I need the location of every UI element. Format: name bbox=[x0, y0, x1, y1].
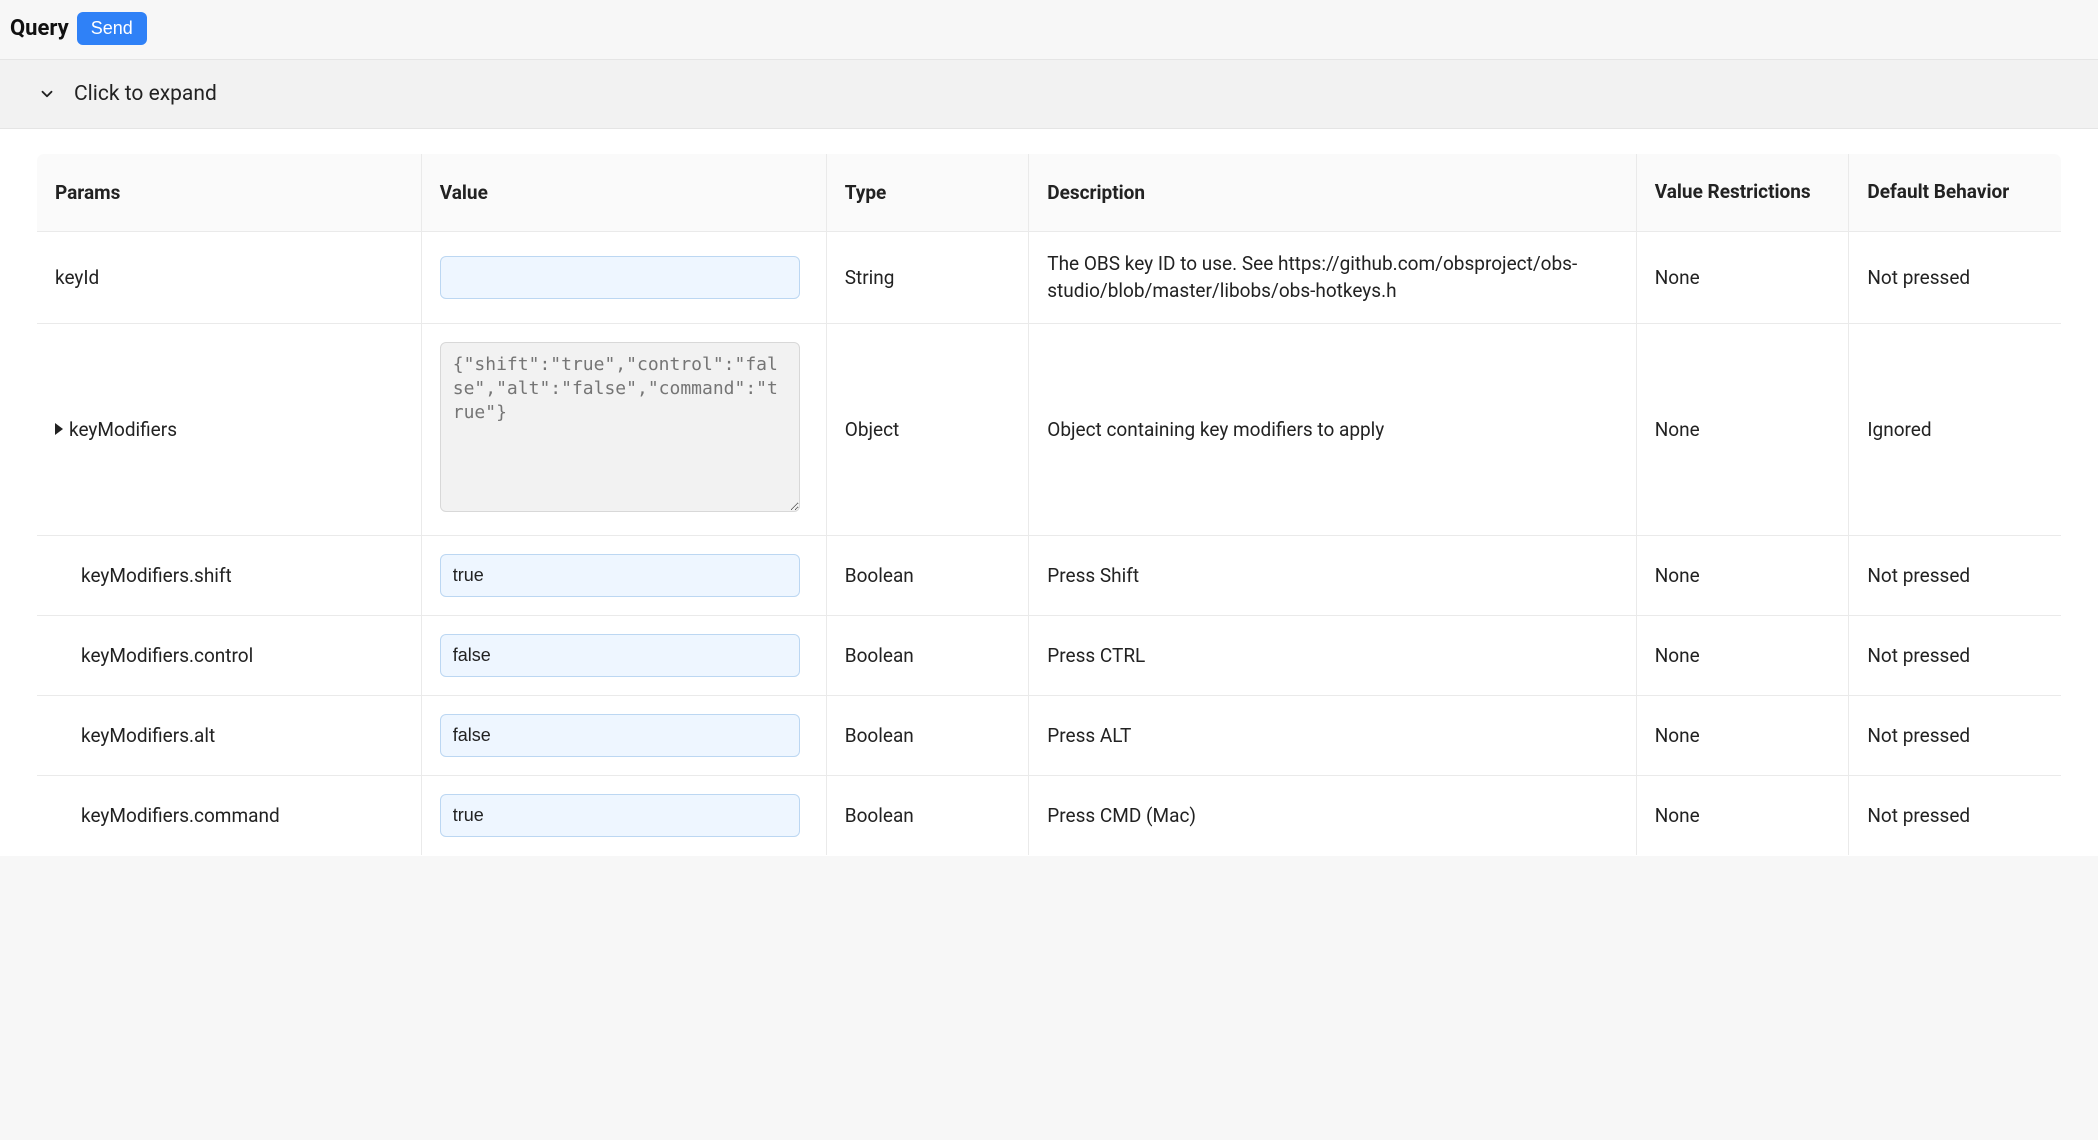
param-type: Boolean bbox=[826, 535, 1029, 615]
col-type: Type bbox=[826, 154, 1029, 232]
param-name: keyModifiers.command bbox=[81, 804, 280, 827]
param-default: Ignored bbox=[1849, 323, 2062, 535]
param-restrictions: None bbox=[1636, 695, 1849, 775]
param-name: keyModifiers.control bbox=[81, 644, 253, 667]
param-description: The OBS key ID to use. See https://githu… bbox=[1029, 231, 1637, 323]
param-description: Press ALT bbox=[1029, 695, 1637, 775]
param-description: Press CMD (Mac) bbox=[1029, 775, 1637, 855]
col-value: Value bbox=[421, 154, 826, 232]
table-row: keyModifiers Object Object containing ke… bbox=[37, 323, 2062, 535]
col-value-restrictions: Value Restrictions bbox=[1636, 154, 1849, 232]
param-type: Boolean bbox=[826, 775, 1029, 855]
table-row: keyModifiers.shift Boolean Press Shift N… bbox=[37, 535, 2062, 615]
param-description: Press CTRL bbox=[1029, 615, 1637, 695]
param-type: Boolean bbox=[826, 615, 1029, 695]
send-button[interactable]: Send bbox=[77, 12, 147, 45]
value-textarea-keymodifiers[interactable] bbox=[440, 342, 800, 512]
value-input-keyid[interactable] bbox=[440, 256, 800, 299]
col-params: Params bbox=[37, 154, 422, 232]
param-description: Object containing key modifiers to apply bbox=[1029, 323, 1637, 535]
params-table: Params Value Type Description Value Rest… bbox=[36, 153, 2062, 856]
param-name: keyModifiers bbox=[69, 418, 177, 441]
col-description: Description bbox=[1029, 154, 1637, 232]
param-restrictions: None bbox=[1636, 615, 1849, 695]
table-row: keyModifiers.control Boolean Press CTRL … bbox=[37, 615, 2062, 695]
param-description: Press Shift bbox=[1029, 535, 1637, 615]
param-type: Object bbox=[826, 323, 1029, 535]
param-type: String bbox=[826, 231, 1029, 323]
param-default: Not pressed bbox=[1849, 775, 2062, 855]
param-default: Not pressed bbox=[1849, 231, 2062, 323]
param-restrictions: None bbox=[1636, 323, 1849, 535]
param-restrictions: None bbox=[1636, 231, 1849, 323]
param-restrictions: None bbox=[1636, 775, 1849, 855]
table-row: keyModifiers.command Boolean Press CMD (… bbox=[37, 775, 2062, 855]
table-header-row: Params Value Type Description Value Rest… bbox=[37, 154, 2062, 232]
query-title: Query bbox=[10, 16, 69, 41]
param-type: Boolean bbox=[826, 695, 1029, 775]
query-header: Query Send bbox=[0, 8, 2098, 59]
value-input-command[interactable] bbox=[440, 794, 800, 837]
param-name: keyModifiers.alt bbox=[81, 724, 215, 747]
expand-toggle[interactable]: Click to expand bbox=[0, 59, 2098, 129]
param-name: keyId bbox=[55, 266, 99, 289]
param-default: Not pressed bbox=[1849, 615, 2062, 695]
caret-right-icon[interactable] bbox=[55, 423, 63, 435]
expand-label: Click to expand bbox=[74, 82, 217, 106]
param-default: Not pressed bbox=[1849, 695, 2062, 775]
param-restrictions: None bbox=[1636, 535, 1849, 615]
table-row: keyId String The OBS key ID to use. See … bbox=[37, 231, 2062, 323]
chevron-down-icon bbox=[38, 85, 56, 103]
value-input-alt[interactable] bbox=[440, 714, 800, 757]
value-input-shift[interactable] bbox=[440, 554, 800, 597]
param-default: Not pressed bbox=[1849, 535, 2062, 615]
value-input-control[interactable] bbox=[440, 634, 800, 677]
param-name: keyModifiers.shift bbox=[81, 564, 232, 587]
col-default-behavior: Default Behavior bbox=[1849, 154, 2062, 232]
table-row: keyModifiers.alt Boolean Press ALT None … bbox=[37, 695, 2062, 775]
